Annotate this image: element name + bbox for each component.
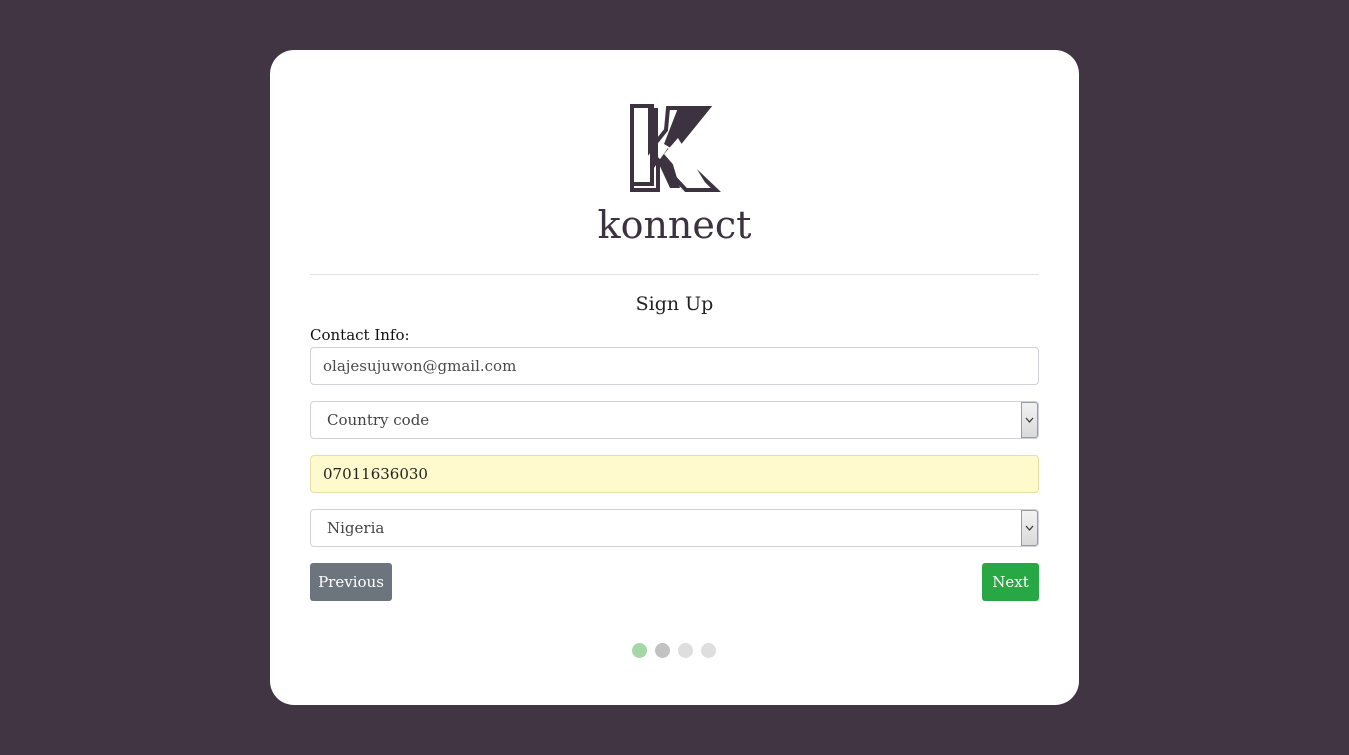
divider — [310, 274, 1039, 275]
phone-field[interactable] — [310, 455, 1039, 493]
step-dot-4 — [701, 643, 716, 658]
step-dot-1 — [632, 643, 647, 658]
konnect-k-logo-icon — [630, 104, 721, 192]
previous-button[interactable]: Previous — [310, 563, 392, 601]
brand-name: konnect — [597, 203, 752, 247]
dropdown-arrow-icon[interactable] — [1021, 510, 1038, 546]
contact-info-label: Contact Info: — [310, 326, 410, 344]
country-select[interactable]: Nigeria — [310, 509, 1039, 547]
country-code-select[interactable]: Country code — [310, 401, 1039, 439]
country-code-select-value: Country code — [327, 411, 430, 429]
next-button[interactable]: Next — [982, 563, 1039, 601]
form-title: Sign Up — [635, 293, 714, 315]
country-select-value: Nigeria — [327, 519, 385, 537]
step-dot-3 — [678, 643, 693, 658]
step-dot-2 — [655, 643, 670, 658]
signup-card: konnect Sign Up Contact Info: Country co… — [270, 50, 1079, 705]
email-field[interactable] — [310, 347, 1039, 385]
dropdown-arrow-icon[interactable] — [1021, 402, 1038, 438]
